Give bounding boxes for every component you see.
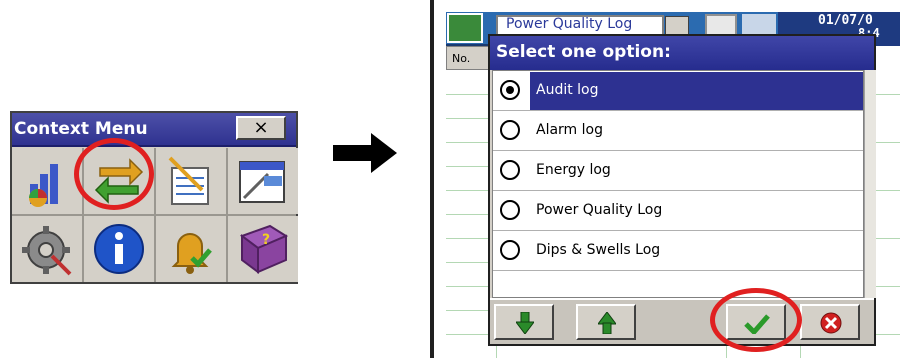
grid-line	[876, 142, 900, 143]
list-scrollbar[interactable]	[864, 70, 876, 298]
option-label: Dips & Swells Log	[536, 242, 661, 258]
grid-line	[446, 262, 490, 263]
grid-line	[446, 310, 490, 311]
notes-button[interactable]	[156, 148, 226, 214]
dialog-title: Select one option:	[496, 42, 671, 62]
settings-button[interactable]	[12, 216, 82, 282]
help-button[interactable]: ?	[228, 216, 298, 282]
right-arrow-icon	[333, 133, 397, 173]
up-arrow-icon	[598, 312, 616, 334]
down-arrow-icon	[516, 312, 534, 334]
grid-line	[446, 166, 490, 167]
grid-line	[446, 286, 490, 287]
info-icon	[94, 224, 144, 274]
help-book-icon: ?	[239, 224, 289, 274]
radio-button[interactable]	[500, 240, 520, 260]
alarm-bell-icon	[171, 233, 212, 274]
cancel-button[interactable]	[800, 304, 860, 340]
settings-icon	[22, 226, 72, 276]
option-label: Alarm log	[536, 122, 603, 138]
close-button[interactable]: ×	[236, 116, 286, 140]
option-label: Energy log	[536, 162, 611, 178]
grid-line	[446, 142, 490, 143]
grid-line	[876, 286, 900, 287]
grid-line	[446, 118, 490, 119]
grid-line	[446, 238, 490, 239]
grid-line	[446, 94, 490, 95]
notepad-icon	[168, 156, 209, 205]
svg-text:?: ?	[262, 232, 270, 248]
grid-line	[876, 238, 900, 239]
grid-line	[876, 334, 900, 335]
option-label: Audit log	[536, 82, 599, 98]
highlight-circle	[74, 138, 154, 210]
chart-toolbar-icon[interactable]	[447, 13, 483, 43]
radio-dot	[506, 86, 514, 94]
window-icon	[239, 161, 285, 203]
radio-button[interactable]	[500, 200, 520, 220]
grid-line	[446, 190, 490, 191]
highlight-circle	[710, 288, 802, 352]
radio-button-checked[interactable]	[500, 80, 520, 100]
radio-button[interactable]	[500, 120, 520, 140]
grid-line	[446, 334, 490, 335]
window-edge	[430, 0, 434, 358]
radio-button[interactable]	[500, 160, 520, 180]
divider	[493, 270, 863, 271]
column-header-label: No.	[452, 52, 471, 65]
alarm-button[interactable]	[156, 216, 226, 282]
cancel-icon	[820, 312, 842, 334]
scroll-up-button[interactable]	[576, 304, 636, 340]
window-button[interactable]	[228, 148, 298, 214]
grid-line	[876, 190, 900, 191]
chart-icon	[29, 164, 58, 207]
info-button[interactable]	[84, 216, 154, 282]
grid-line	[876, 94, 900, 95]
context-menu-title: Context Menu	[14, 119, 148, 139]
scroll-down-button[interactable]	[494, 304, 554, 340]
chart-icon-button[interactable]	[12, 148, 82, 214]
grid-line	[446, 214, 490, 215]
option-label: Power Quality Log	[536, 202, 663, 218]
log-title: Power Quality Log	[506, 16, 633, 32]
